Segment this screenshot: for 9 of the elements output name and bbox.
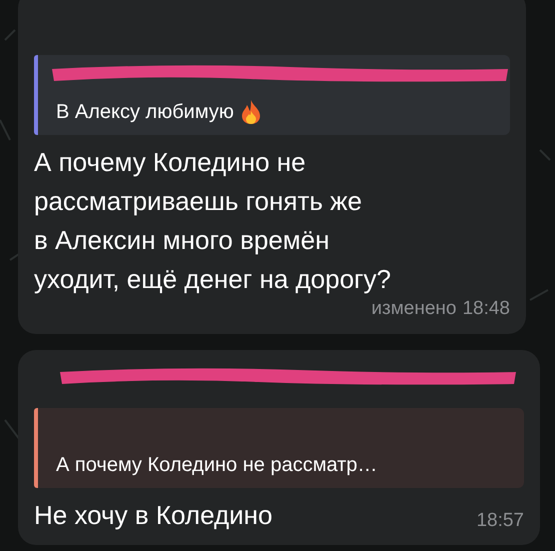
message-text: Не хочу в Коледино <box>34 498 272 532</box>
edited-label: изменено <box>371 297 456 321</box>
quote-text: А почему Коледино не рассматр… <box>56 452 378 478</box>
reply-quote[interactable]: А почему Коледино не рассматр… <box>34 408 524 488</box>
message-time: 18:57 <box>476 508 524 532</box>
message-time: 18:48 <box>462 297 510 321</box>
quote-text: В Алексу любимую <box>56 100 234 125</box>
reply-quote[interactable]: В Алексу любимую <box>34 55 510 135</box>
message-text: А почему Коледино не рассматриваешь гонять же в Алексин много времён уходит, ещё денег на дорогу? <box>34 146 391 296</box>
